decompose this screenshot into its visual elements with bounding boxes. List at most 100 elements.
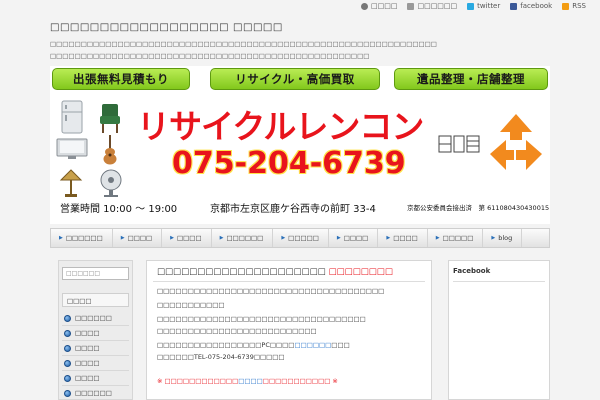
main-content: □□□□□□□□□□□□□□□□□□□□□ □□□□□□□□ □□□□□□□□□… [146,260,432,400]
body-text: □□□□□□□□□□□□□□□□□□□□□□□□□□□□□□□□□□ [157,315,366,323]
logo-icon [438,135,480,153]
nav-label: □□□□ [343,234,369,242]
user-icon [361,2,368,10]
bullet-icon [64,329,71,337]
top-link-label: □□□□ [371,2,398,10]
license-number: 京都公安委員会接出済 第 611080430430015 [407,204,550,212]
arrow-right-icon: ▶ [59,235,63,241]
bullet-icon [64,359,71,367]
nav-item-2[interactable]: ▶ □□□□ [113,229,163,247]
body-text-part: □□□□□□□□□□□□□□□□□PC□□□□ [157,341,295,349]
notice-link[interactable]: □□□□ [238,377,263,385]
body-text: □□□□□□□□□□□□□□□□□PC□□□□□□□□□□□□□ [157,341,350,349]
site-description-line-1: □□□□□□□□□□□□□□□□□□□□□□□□□□□□□□□□□□□□□□□□… [50,40,437,48]
page-title-text: □□□□□□□□□□□□□□□□□□□□□ [157,267,326,277]
top-link-account[interactable]: □□□□ [361,2,397,10]
top-link-label: twitter [477,2,501,10]
phone-number[interactable]: 075-204-6739 [172,146,406,181]
bullet-icon [64,389,71,397]
page-title-highlight: □□□□□□□□ [328,267,393,277]
sidebar-item-label: □□□□ [75,329,100,337]
body-text: □□□□□□TEL-075-204-6739□□□□□ [157,353,285,361]
list-icon [407,2,415,10]
nav-label: □□□□□ [288,234,319,242]
nav-item-7[interactable]: ▶ □□□□ [378,229,428,247]
nav-label: □□□□□□ [226,234,264,242]
nav-item-blog[interactable]: ▶ blog [483,229,523,247]
site-title[interactable]: □□□□□□□□□□□□□□□□□□ □□□□□ [50,22,283,33]
sidebar-item-label: □□□□□□ [75,389,112,397]
body-text: □□□□□□□□□□□□□□□□□□□□□□□□□□□□□□□□□□□□□ [157,287,385,295]
television-icon [56,138,88,159]
banner-button-recycle-buyback[interactable]: リサイクル・高価買取 [210,68,380,90]
bullet-icon [64,374,71,382]
arrow-right-icon: ▶ [120,235,125,241]
bullet-icon [64,314,71,322]
twitter-icon [467,2,475,10]
electric-fan-icon [100,169,122,197]
guitar-icon [103,135,117,165]
facebook-icon [510,2,518,10]
body-link[interactable]: □□□□□□ [294,341,331,349]
banner-button-estate-cleanup[interactable]: 遺品整理・店舗整理 [394,68,548,90]
banner-button-free-estimate[interactable]: 出張無料見積もり [52,68,190,90]
header-banner[interactable]: 出張無料見積もり リサイクル・高価買取 遺品整理・店舗整理 リサイクルレンコン … [50,66,550,224]
facebook-widget-title: Facebook [453,267,491,275]
nav-item-8[interactable]: ▶ □□□□□ [428,229,484,247]
notice-text-part: ※ □□□□□□□□□□□□ [157,377,239,385]
body-text-part: □□□ [331,341,350,349]
sidebar-item-label: □□□□ [75,359,100,367]
main-navigation: ▶ □□□□□□ ▶ □□□□ ▶ □□□□ ▶ □□□□□□ ▶ □□□□□ ▶ □□□□… [50,228,550,248]
arrow-right-icon: ▶ [219,235,224,241]
sidebar-item[interactable]: □□□□□□ [62,311,129,326]
top-link-sitemap[interactable]: □□□□□□ [407,2,457,10]
search-input[interactable]: □□□□□□ [62,267,129,280]
left-sidebar: □□□□□□ □□□□ □□□□□□ □□□□ □□□□ □□□□ □□□□ □… [58,260,133,400]
nav-label: □□□□ [177,234,202,242]
arrow-right-icon: ▶ [435,235,440,241]
right-sidebar: Facebook [448,260,550,400]
arrow-right-icon: ▶ [336,235,341,241]
nav-label: blog [498,234,513,242]
brand-name: リサイクルレンコン [137,107,424,146]
armchair-icon [100,104,120,133]
page: □□□□ □□□□□□ twitter facebook RSS □□□□□□□… [0,0,600,400]
site-description-line-2: □□□□□□□□□□□□□□□□□□□□□□□□□□□□□□□□□□□□□□□□… [50,52,370,60]
page-title: □□□□□□□□□□□□□□□□□□□□□ □□□□□□□□ [157,267,393,277]
top-link-label: facebook [520,2,553,10]
sidebar-item-label: □□□□ [75,374,100,382]
arrow-right-icon: ▶ [491,235,496,241]
sidebar-item-label: □□□□ [75,344,100,352]
sidebar-item[interactable]: □□□□ [62,326,129,341]
nav-label: □□□□ [127,234,153,242]
sidebar-item-label: □□□□□□ [75,314,112,322]
divider [453,281,545,282]
top-link-facebook[interactable]: facebook [510,2,552,10]
nav-item-4[interactable]: ▶ □□□□□□ [212,229,274,247]
nav-item-1[interactable]: ▶ □□□□□□ [51,229,113,247]
sidebar-item[interactable]: □□□□ [62,371,129,386]
nav-label: □□□□□ [442,234,474,242]
notice-text: ※ □□□□□□□□□□□□□□□□□□□□□□□□□□□ ※ [157,377,338,385]
top-link-twitter[interactable]: twitter [467,2,500,10]
recycle-arrows-icon [490,114,542,170]
sidebar-item[interactable]: □□□□□□ [62,386,129,400]
nav-item-6[interactable]: ▶ □□□□ [329,229,379,247]
sidebar-item[interactable]: □□□□ [62,356,129,371]
sidebar-item[interactable]: □□□□ [62,341,129,356]
arrow-right-icon: ▶ [386,235,391,241]
nav-label: □□□□ [393,234,418,242]
body-text: □□□□□□□□□□□□□□□□□□□□□□□□□□ [157,327,317,335]
bullet-icon [64,344,71,352]
top-link-label: □□□□□□ [417,2,458,10]
notice-text-part: □□□□□□□□□□□ ※ [262,377,338,385]
sidebar-heading: □□□□ [62,293,129,307]
top-link-label: RSS [572,2,586,10]
shop-address: 京都市左京区鹿ケ谷西寺の前町 33-4 [210,204,376,215]
nav-item-5[interactable]: ▶ □□□□□ [273,229,329,247]
sidebar-menu: □□□□□□ □□□□ □□□□ □□□□ □□□□ □□□□□□ [62,311,129,400]
nav-label: □□□□□□ [65,234,103,242]
top-link-rss[interactable]: RSS [562,2,586,10]
nav-item-3[interactable]: ▶ □□□□ [162,229,212,247]
lamp-icon [59,169,83,197]
